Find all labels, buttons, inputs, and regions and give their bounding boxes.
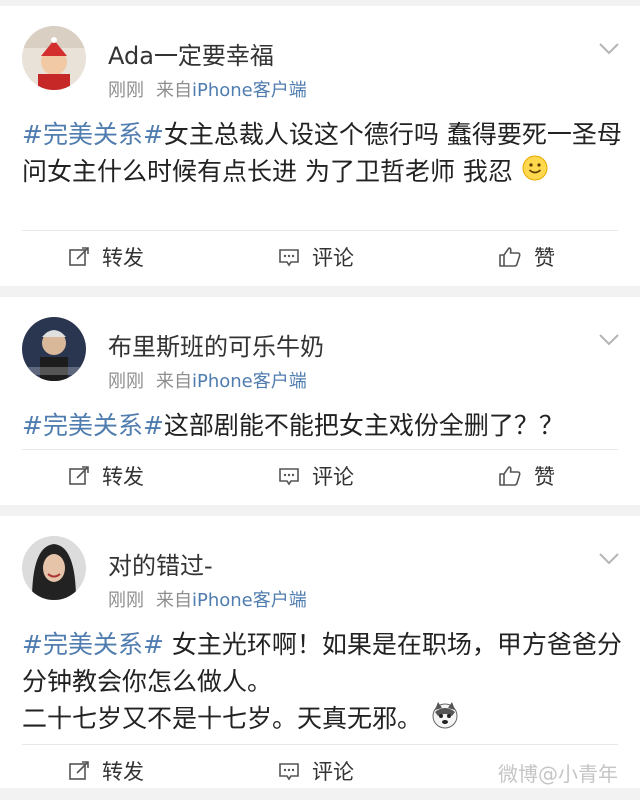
- username[interactable]: Ada一定要幸福: [108, 36, 274, 71]
- weibo-watermark: 微博@小青年: [498, 762, 618, 786]
- chevron-down-icon[interactable]: [598, 42, 620, 56]
- action-bar: 转发 评论 赞: [0, 449, 640, 505]
- repost-button[interactable]: 转发: [68, 242, 144, 272]
- source-prefix: 来自: [156, 590, 192, 611]
- post-time: 刚刚: [108, 371, 144, 392]
- smile-emoji-icon: [521, 154, 549, 192]
- post-body-line: #完美关系# 女主光环啊！如果是在职场，甲方爸爸分分钟教会你怎么做人。: [22, 626, 622, 700]
- comment-button[interactable]: 评论: [278, 242, 354, 272]
- comment-icon: [279, 468, 299, 486]
- post-body-second: 二十七岁又不是十七岁。天真无邪。: [22, 704, 423, 733]
- comment-label: 评论: [312, 246, 354, 270]
- repost-button[interactable]: 转发: [68, 756, 144, 786]
- hashtag-link[interactable]: #完美关系#: [22, 630, 164, 659]
- repost-button[interactable]: 转发: [68, 461, 144, 491]
- repost-label: 转发: [102, 246, 144, 270]
- comment-label: 评论: [312, 760, 354, 784]
- like-button[interactable]: 赞: [498, 461, 555, 491]
- comment-icon: [279, 763, 299, 781]
- source-device-link[interactable]: iPhone客户端: [192, 80, 307, 101]
- hashtag-link[interactable]: #完美关系#: [22, 120, 164, 149]
- action-bar: 转发 评论 赞: [0, 230, 640, 286]
- like-label: 赞: [534, 465, 555, 489]
- husky-emoji-icon: [430, 700, 460, 740]
- thumbs-up-icon: [499, 466, 521, 486]
- hashtag-link[interactable]: #完美关系#: [22, 411, 164, 440]
- source-device-link[interactable]: iPhone客户端: [192, 590, 307, 611]
- comment-label: 评论: [312, 465, 354, 489]
- repost-icon: [69, 466, 89, 485]
- like-label: 赞: [534, 246, 555, 270]
- post-meta: 刚刚 来自iPhone客户端: [108, 367, 307, 393]
- post-card: 布里斯班的可乐牛奶 刚刚 来自iPhone客户端 #完美关系#这部剧能不能把女主戏…: [0, 297, 640, 505]
- post-body: 这部剧能不能把女主戏份全删了？？: [163, 411, 564, 440]
- post-card: Ada一定要幸福 刚刚 来自iPhone客户端 #完美关系#女主总裁人设这个德行吗…: [0, 6, 640, 286]
- post-text: #完美关系#女主总裁人设这个德行吗 蠢得要死一圣母 问女主什么时候有点长进 为了…: [22, 116, 622, 192]
- repost-icon: [69, 761, 89, 780]
- post-text: #完美关系# 女主光环啊！如果是在职场，甲方爸爸分分钟教会你怎么做人。 二十七岁…: [22, 626, 622, 740]
- post-time: 刚刚: [108, 590, 144, 611]
- post-meta: 刚刚 来自iPhone客户端: [108, 76, 307, 102]
- source-prefix: 来自: [156, 80, 192, 101]
- avatar[interactable]: [22, 26, 86, 90]
- thumbs-up-icon: [499, 247, 521, 267]
- comment-button[interactable]: 评论: [278, 461, 354, 491]
- post-card: 对的错过- 刚刚 来自iPhone客户端 #完美关系# 女主光环啊！如果是在职场，…: [0, 516, 640, 788]
- source-device-link[interactable]: iPhone客户端: [192, 371, 307, 392]
- comment-button[interactable]: 评论: [278, 756, 354, 786]
- repost-icon: [69, 247, 89, 266]
- repost-label: 转发: [102, 760, 144, 784]
- chevron-down-icon[interactable]: [598, 552, 620, 566]
- comment-icon: [279, 249, 299, 267]
- like-button[interactable]: 赞: [498, 242, 555, 272]
- username[interactable]: 对的错过-: [108, 546, 213, 581]
- post-text: #完美关系#这部剧能不能把女主戏份全删了？？: [22, 407, 622, 444]
- source-prefix: 来自: [156, 371, 192, 392]
- post-body-line: 二十七岁又不是十七岁。天真无邪。: [22, 700, 622, 740]
- repost-label: 转发: [102, 465, 144, 489]
- avatar[interactable]: [22, 317, 86, 381]
- username[interactable]: 布里斯班的可乐牛奶: [108, 327, 324, 362]
- post-time: 刚刚: [108, 80, 144, 101]
- post-meta: 刚刚 来自iPhone客户端: [108, 586, 307, 612]
- chevron-down-icon[interactable]: [598, 333, 620, 347]
- action-bar: 转发 评论 微博@小青年: [0, 744, 640, 800]
- avatar[interactable]: [22, 536, 86, 600]
